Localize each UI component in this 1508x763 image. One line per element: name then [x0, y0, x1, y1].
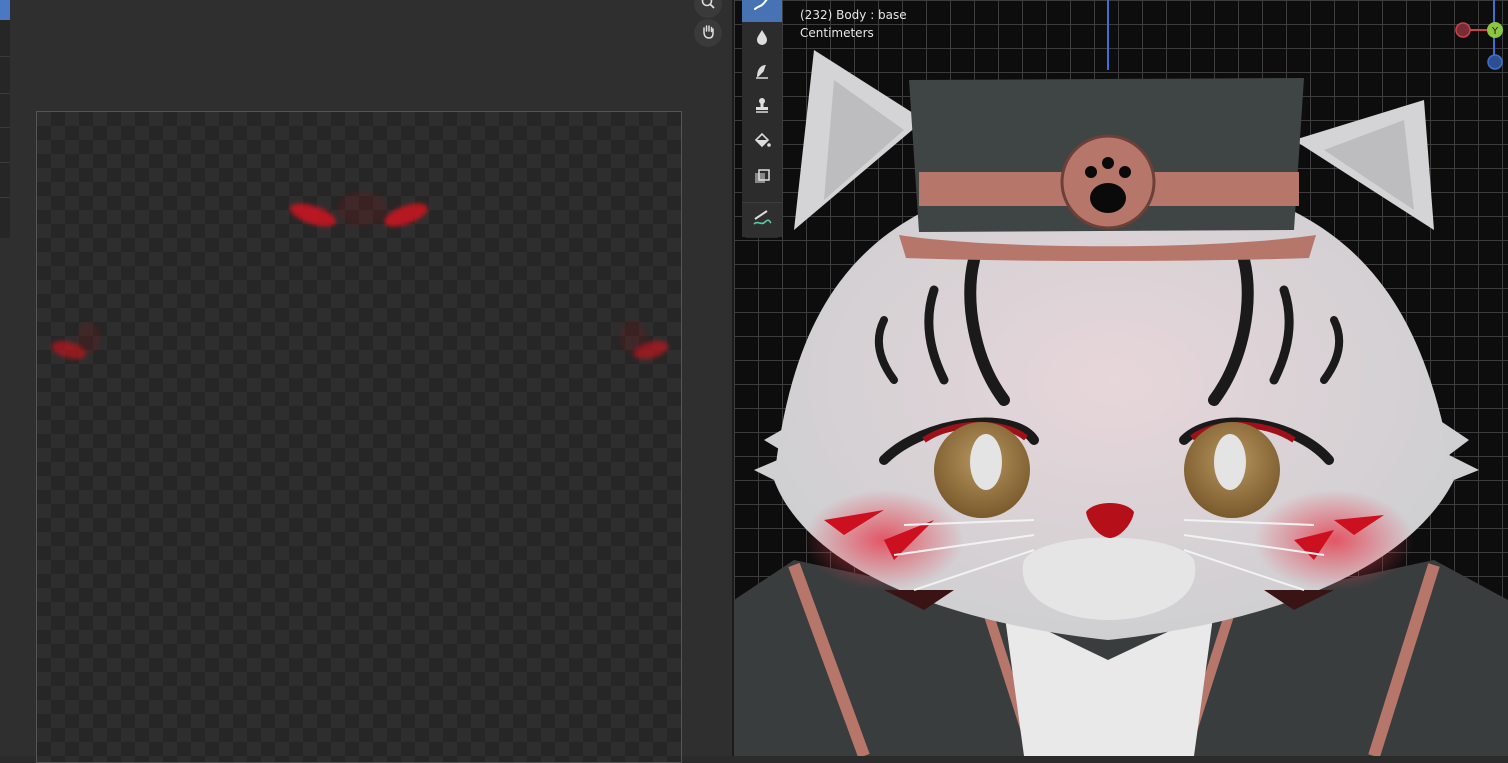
zoom-button[interactable] [694, 0, 722, 18]
zoom-icon [700, 0, 716, 14]
texture-canvas[interactable] [36, 111, 682, 763]
fill-icon [752, 131, 772, 155]
x-axis-handle[interactable] [1455, 22, 1471, 38]
tab-divider [0, 162, 10, 163]
tab-divider [0, 197, 10, 198]
object-info-text: (232) Body : base [800, 8, 907, 22]
blur-icon [752, 27, 772, 51]
units-text: Centimeters [800, 26, 874, 40]
smear-tool-button[interactable] [742, 56, 782, 90]
annotate-tool-button[interactable] [742, 202, 782, 237]
mask-icon [752, 167, 772, 191]
viewport-info-overlay: (232) Body : base Centimeters [800, 6, 907, 42]
z-axis-handle[interactable] [1487, 54, 1503, 70]
fill-tool-button[interactable] [742, 126, 782, 160]
pan-hand-icon [700, 23, 716, 43]
annotate-icon [751, 208, 773, 232]
image-editor-panel [0, 0, 732, 763]
smear-icon [752, 61, 772, 85]
navigation-gizmo[interactable]: Y [1452, 0, 1508, 70]
paint-stroke [287, 199, 339, 231]
active-tab-indicator [0, 0, 10, 20]
draw-tool-button[interactable] [742, 0, 782, 22]
tab-divider [0, 56, 10, 57]
clone-tool-button[interactable] [742, 90, 782, 124]
tab-divider [0, 127, 10, 128]
paint-stroke [337, 192, 387, 226]
tab-divider [0, 93, 10, 94]
cat-model-render [734, 0, 1508, 756]
y-axis-label: Y [1491, 26, 1499, 37]
image-editor-sidebar-tabs[interactable] [0, 0, 10, 238]
pan-button[interactable] [694, 19, 722, 47]
draw-icon [752, 0, 772, 17]
viewport-toolbar [742, 0, 782, 238]
paint-stroke [381, 198, 431, 232]
paint-stroke [77, 322, 101, 354]
blur-tool-button[interactable] [742, 22, 782, 56]
3d-viewport[interactable] [734, 0, 1508, 756]
mask-tool-button[interactable] [742, 162, 782, 196]
paint-stroke [619, 320, 647, 354]
clone-icon [752, 95, 772, 119]
